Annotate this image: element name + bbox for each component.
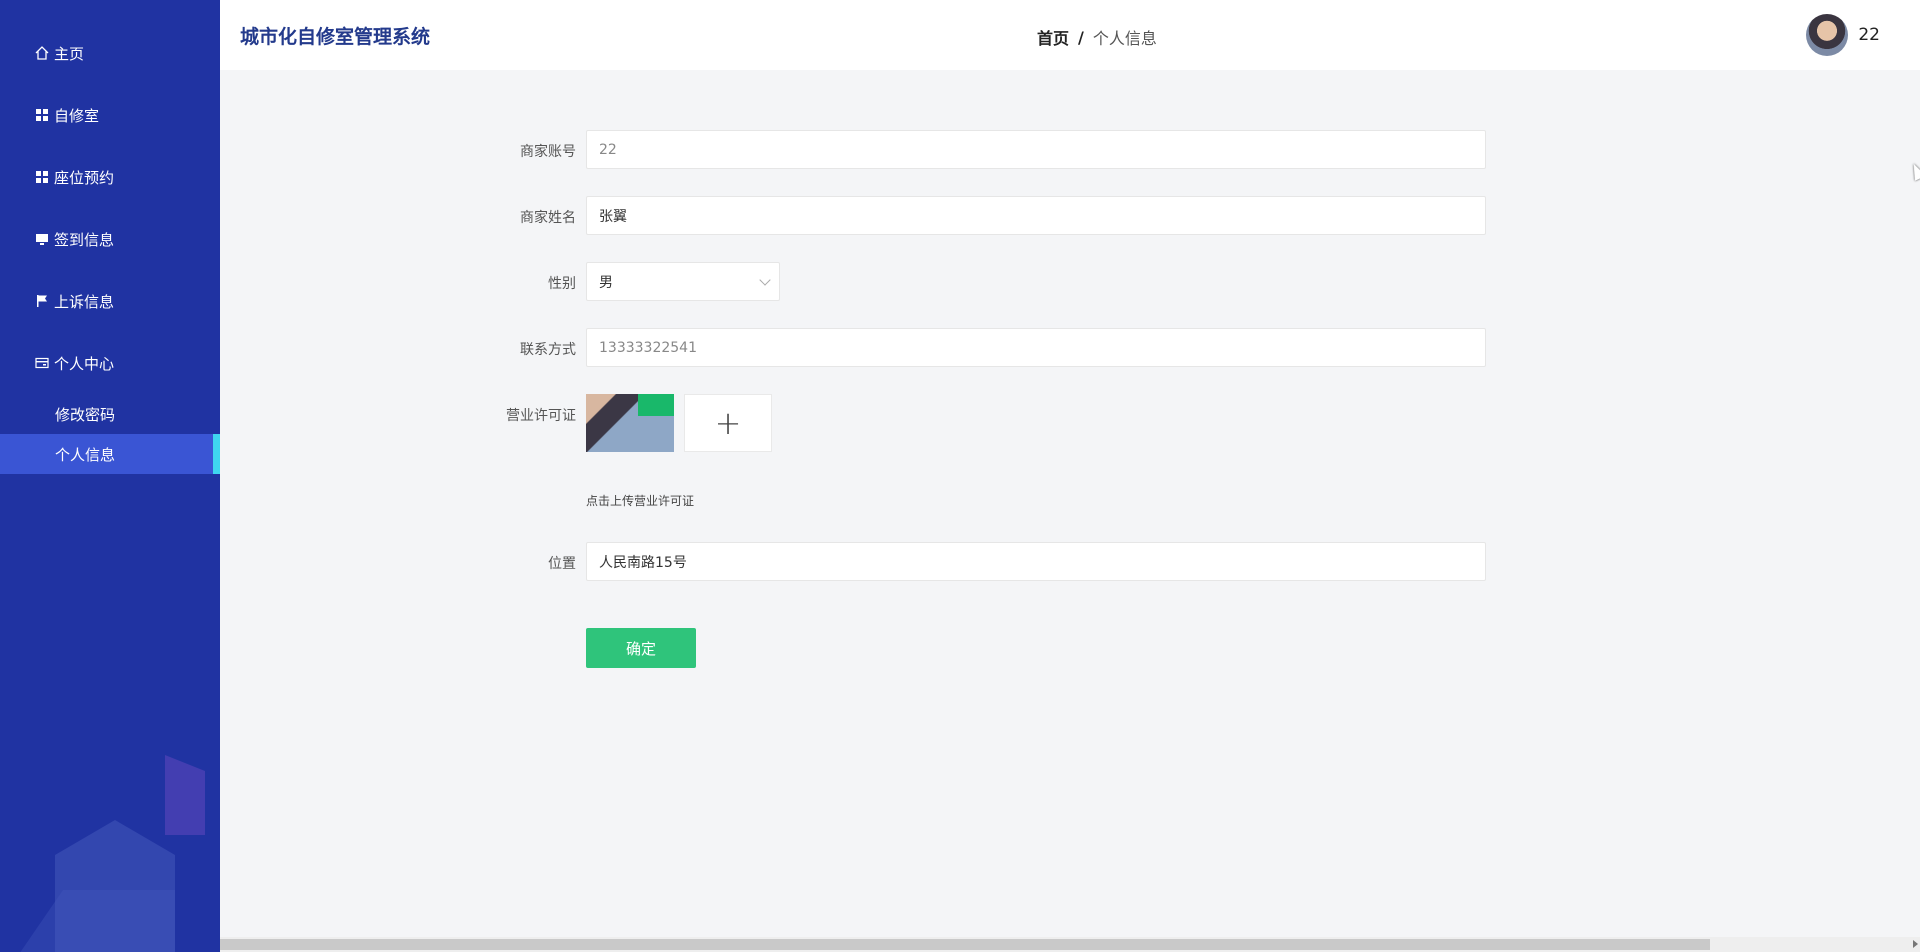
sidebar-item-seat-booking[interactable]: 座位预约 bbox=[0, 146, 220, 208]
monitor-icon bbox=[34, 231, 50, 247]
grid-icon bbox=[34, 169, 50, 185]
sidebar-item-label: 修改密码 bbox=[55, 405, 116, 424]
sidebar-item-home[interactable]: 主页 bbox=[0, 22, 220, 84]
personal-center-submenu: 修改密码 个人信息 bbox=[0, 394, 220, 474]
horizontal-scrollbar[interactable] bbox=[220, 937, 1920, 952]
sidebar-decoration bbox=[15, 890, 175, 952]
sidebar-subitem-personal-info[interactable]: 个人信息 bbox=[0, 434, 220, 474]
top-header: 城市化自修室管理系统 首页 / 个人信息 22 bbox=[220, 0, 1920, 70]
license-upload-hint: 点击上传营业许可证 bbox=[586, 494, 695, 508]
account-input[interactable]: 22 bbox=[586, 130, 1486, 169]
license-upload-button[interactable]: + bbox=[684, 394, 772, 452]
sidebar-item-label: 座位预约 bbox=[54, 168, 115, 187]
card-icon bbox=[34, 355, 50, 371]
location-label: 位置 bbox=[548, 556, 576, 572]
name-value: 张翼 bbox=[599, 208, 627, 225]
gender-value: 男 bbox=[599, 274, 613, 291]
confirm-button[interactable]: 确定 bbox=[586, 628, 696, 668]
sidebar-item-study-room[interactable]: 自修室 bbox=[0, 84, 220, 146]
home-icon bbox=[34, 45, 50, 61]
license-label: 营业许可证 bbox=[506, 408, 576, 424]
sidebar-item-label: 个人信息 bbox=[55, 445, 116, 464]
sidebar-item-label: 签到信息 bbox=[54, 230, 115, 249]
license-image-thumbnail[interactable] bbox=[586, 394, 674, 452]
user-menu[interactable]: 22 bbox=[1806, 14, 1880, 56]
scrollbar-thumb[interactable] bbox=[220, 939, 1710, 950]
account-value: 22 bbox=[599, 141, 617, 158]
sidebar-item-personal-center[interactable]: 个人中心 bbox=[0, 332, 220, 394]
sidebar-menu: 主页 自修室 座位预约 签到信息 上诉信息 个人中心 修改密码 个人信息 bbox=[0, 22, 220, 474]
scroll-right-icon[interactable] bbox=[1913, 940, 1918, 948]
thumbnail-badge bbox=[638, 394, 674, 416]
sidebar-item-label: 个人中心 bbox=[54, 354, 115, 373]
breadcrumb: 首页 / 个人信息 bbox=[1037, 25, 1157, 49]
sidebar-decoration bbox=[165, 755, 205, 835]
sidebar-item-label: 自修室 bbox=[54, 106, 100, 125]
sidebar-item-checkin[interactable]: 签到信息 bbox=[0, 208, 220, 270]
contact-input[interactable]: 13333322541 bbox=[586, 328, 1486, 367]
location-value: 人民南路15号 bbox=[599, 554, 687, 571]
mouse-cursor-icon bbox=[1908, 161, 1920, 181]
username: 22 bbox=[1858, 25, 1880, 45]
gender-label: 性别 bbox=[548, 276, 576, 292]
gender-select[interactable]: 男 bbox=[586, 262, 780, 301]
avatar[interactable] bbox=[1806, 14, 1849, 56]
sidebar-item-appeal[interactable]: 上诉信息 bbox=[0, 270, 220, 332]
name-input[interactable]: 张翼 bbox=[586, 196, 1486, 235]
breadcrumb-separator: / bbox=[1078, 27, 1084, 47]
plus-icon: + bbox=[714, 404, 742, 442]
location-input[interactable]: 人民南路15号 bbox=[586, 542, 1486, 581]
sidebar: 主页 自修室 座位预约 签到信息 上诉信息 个人中心 修改密码 个人信息 bbox=[0, 0, 220, 952]
sidebar-item-label: 主页 bbox=[54, 44, 85, 63]
contact-label: 联系方式 bbox=[520, 342, 576, 358]
breadcrumb-home[interactable]: 首页 bbox=[1037, 25, 1069, 49]
contact-value: 13333322541 bbox=[599, 339, 697, 356]
flag-icon bbox=[34, 293, 50, 309]
name-label: 商家姓名 bbox=[520, 210, 576, 226]
app-title: 城市化自修室管理系统 bbox=[240, 26, 431, 48]
account-label: 商家账号 bbox=[520, 144, 576, 160]
grid-icon bbox=[34, 107, 50, 123]
chevron-down-icon bbox=[759, 273, 771, 286]
sidebar-subitem-change-password[interactable]: 修改密码 bbox=[0, 394, 220, 434]
breadcrumb-current: 个人信息 bbox=[1092, 29, 1157, 48]
sidebar-item-label: 上诉信息 bbox=[54, 292, 115, 311]
